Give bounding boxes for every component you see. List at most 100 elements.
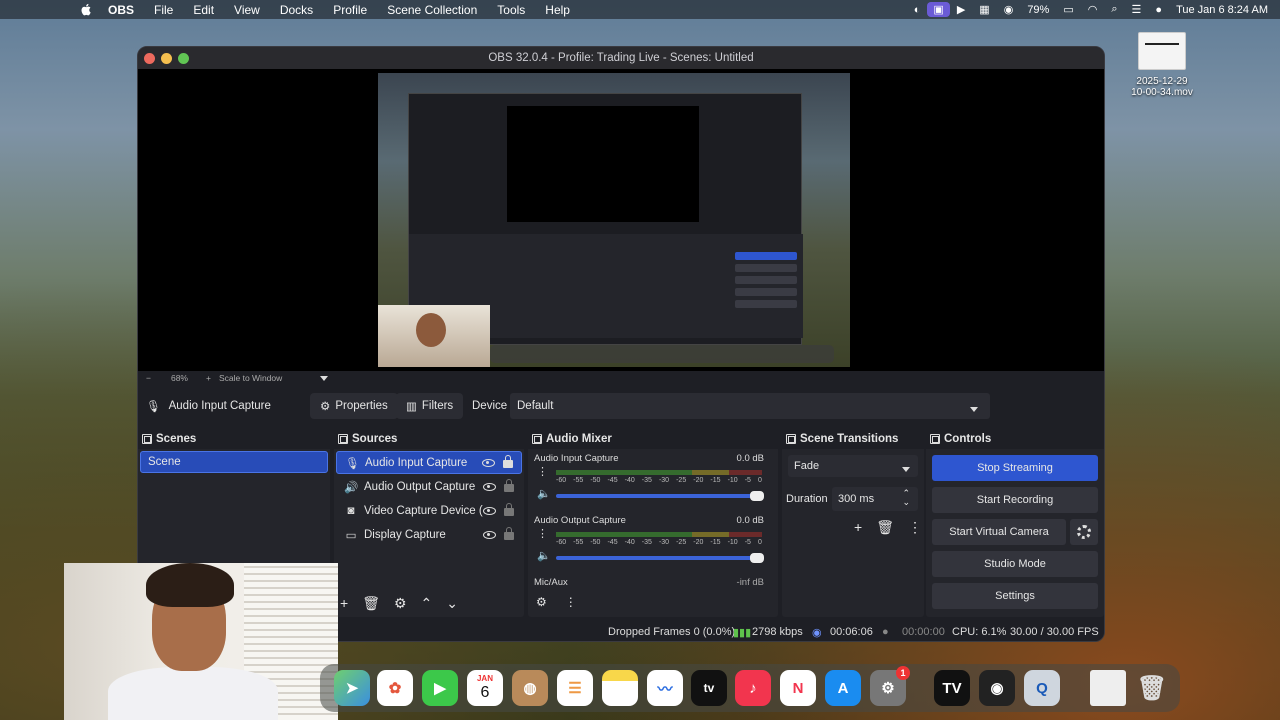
visibility-icon[interactable] <box>483 506 496 515</box>
slider-handle[interactable] <box>750 553 764 563</box>
siri-icon[interactable]: ● <box>1148 4 1169 16</box>
channel-name: Audio Output Capture <box>534 515 626 526</box>
notes-icon[interactable] <box>602 670 638 706</box>
scale-mode[interactable]: Scale to Window <box>219 373 282 383</box>
calendar-icon[interactable]: JAN 6 <box>467 670 503 706</box>
menu-edit[interactable]: Edit <box>183 3 224 17</box>
duration-input[interactable]: 300 ms ⌃ ⌄ <box>832 487 918 511</box>
keyboard-icon[interactable]: ▦ <box>972 3 996 16</box>
battery-icon[interactable]: ▭ <box>1056 3 1080 16</box>
lock-icon[interactable] <box>504 479 514 492</box>
zoom-in-button[interactable]: + <box>206 373 211 383</box>
mixer-toolbar: ⚙ ⋮ <box>536 595 577 609</box>
lock-icon[interactable] <box>504 527 514 540</box>
minimize-button[interactable] <box>161 53 172 64</box>
preview-canvas[interactable] <box>138 69 1104 371</box>
menubar-clock[interactable]: Tue Jan 6 8:24 AM <box>1169 4 1280 16</box>
speaker-icon[interactable]: 🔈 <box>537 487 551 500</box>
scale-dropdown[interactable] <box>312 373 329 383</box>
add-transition-icon[interactable]: + <box>854 519 862 536</box>
settings-button[interactable]: Settings <box>932 583 1098 609</box>
freeform-icon[interactable]: 〰 <box>647 670 683 706</box>
device-select[interactable]: Default <box>510 393 990 419</box>
stepper-icon[interactable]: ⌃ ⌄ <box>902 489 910 507</box>
menu-tools[interactable]: Tools <box>487 3 535 17</box>
move-up-icon[interactable]: ⌃ <box>421 595 433 612</box>
quicktime-icon[interactable]: Q <box>1024 670 1060 706</box>
visibility-icon[interactable] <box>483 530 496 539</box>
speaker-icon[interactable]: 🔈 <box>537 549 551 562</box>
transitions-title: Scene Transitions <box>800 433 899 445</box>
menu-file[interactable]: File <box>144 3 183 17</box>
scene-item[interactable]: Scene <box>140 451 328 473</box>
visibility-icon[interactable] <box>483 482 496 491</box>
stop-streaming-button[interactable]: Stop Streaming <box>932 455 1098 481</box>
source-item-audio-input[interactable]: 🎙 Audio Input Capture <box>336 451 522 474</box>
remove-source-icon[interactable]: 🗑 <box>362 595 380 612</box>
chevron-down-icon <box>970 403 978 415</box>
search-icon[interactable]: ⌕ <box>1104 3 1124 16</box>
source-item-video-capture[interactable]: ◙ Video Capture Device (Leg: <box>336 499 522 522</box>
lock-icon[interactable] <box>504 503 514 516</box>
source-item-audio-output[interactable]: 🔊 Audio Output Capture <box>336 475 522 498</box>
news-icon[interactable]: N <box>780 670 816 706</box>
volume-slider[interactable] <box>556 553 764 563</box>
trash-icon[interactable]: 🗑 <box>1134 670 1170 706</box>
music-icon[interactable]: ♪ <box>735 670 771 706</box>
transition-menu-icon[interactable]: ⋮ <box>908 519 922 536</box>
facetime-icon[interactable]: ▶ <box>422 670 458 706</box>
channel-menu-icon[interactable]: ⋮ <box>537 465 548 478</box>
close-button[interactable] <box>144 53 155 64</box>
add-source-icon[interactable]: + <box>340 595 348 612</box>
apple-icon[interactable] <box>80 3 92 16</box>
studio-mode-button[interactable]: Studio Mode <box>932 551 1098 577</box>
source-settings-icon[interactable]: ⚙ <box>394 595 407 612</box>
channel-db: 0.0 dB <box>736 515 764 526</box>
reminders-icon[interactable]: ☰ <box>557 670 593 706</box>
user-icon[interactable]: ◉ <box>997 3 1021 16</box>
move-down-icon[interactable]: ⌄ <box>446 595 458 612</box>
start-virtual-camera-button[interactable]: Start Virtual Camera <box>932 519 1066 545</box>
menu-app-name[interactable]: OBS <box>98 3 144 17</box>
screen-share-icon[interactable]: ▣ <box>927 2 950 17</box>
window-titlebar[interactable]: OBS 32.0.4 - Profile: Trading Live - Sce… <box>138 47 1104 69</box>
menu-help[interactable]: Help <box>535 3 580 17</box>
channel-menu-icon[interactable]: ⋮ <box>537 527 548 540</box>
menu-docks[interactable]: Docks <box>270 3 323 17</box>
contacts-icon[interactable]: ◍ <box>512 670 548 706</box>
play-icon[interactable]: ▶ <box>950 3 972 16</box>
dropped-frames: Dropped Frames 0 (0.0%) <box>608 626 736 638</box>
maps-icon[interactable]: ➤ <box>334 670 370 706</box>
visibility-icon[interactable] <box>482 458 495 467</box>
system-settings-icon[interactable]: ⚙ 1 <box>870 666 910 706</box>
advanced-audio-icon[interactable]: ⚙ <box>536 595 547 609</box>
mixer-menu-icon[interactable]: ⋮ <box>565 595 577 609</box>
lock-icon[interactable] <box>503 455 513 468</box>
menu-profile[interactable]: Profile <box>323 3 377 17</box>
properties-button[interactable]: ⚙ Properties <box>310 393 398 419</box>
control-center-icon[interactable]: ☰ <box>1125 3 1149 16</box>
zoom-out-button[interactable]: − <box>146 373 151 383</box>
photos-icon[interactable]: ✿ <box>377 670 413 706</box>
zoom-button[interactable] <box>178 53 189 64</box>
remove-transition-icon[interactable]: 🗑 <box>876 519 894 536</box>
volume-slider[interactable] <box>556 491 764 501</box>
battery-percent[interactable]: 79% <box>1020 4 1056 16</box>
wifi-icon[interactable]: ◠ <box>1081 3 1105 16</box>
desktop-file[interactable]: 2025-12-29 10-00-34.mov <box>1124 32 1200 98</box>
source-item-display-capture[interactable]: ▭ Display Capture <box>336 523 522 546</box>
tradingview-icon[interactable]: TV <box>934 670 970 706</box>
filters-button[interactable]: ▥ Filters <box>396 393 464 419</box>
virtual-camera-settings-button[interactable] <box>1070 519 1098 545</box>
slider-handle[interactable] <box>750 491 764 501</box>
app-store-icon[interactable]: A <box>825 670 861 706</box>
apple-tv-icon[interactable]: tv <box>691 670 727 706</box>
obs-icon[interactable]: ◉ <box>979 670 1015 706</box>
menu-scene-collection[interactable]: Scene Collection <box>377 3 487 17</box>
recent-file-icon[interactable] <box>1090 670 1126 706</box>
menu-view[interactable]: View <box>224 3 270 17</box>
start-recording-button[interactable]: Start Recording <box>932 487 1098 513</box>
obs-status-icon[interactable]: ◐ <box>907 4 928 16</box>
zoom-level: 68% <box>170 373 188 383</box>
transition-select[interactable]: Fade <box>788 455 918 477</box>
